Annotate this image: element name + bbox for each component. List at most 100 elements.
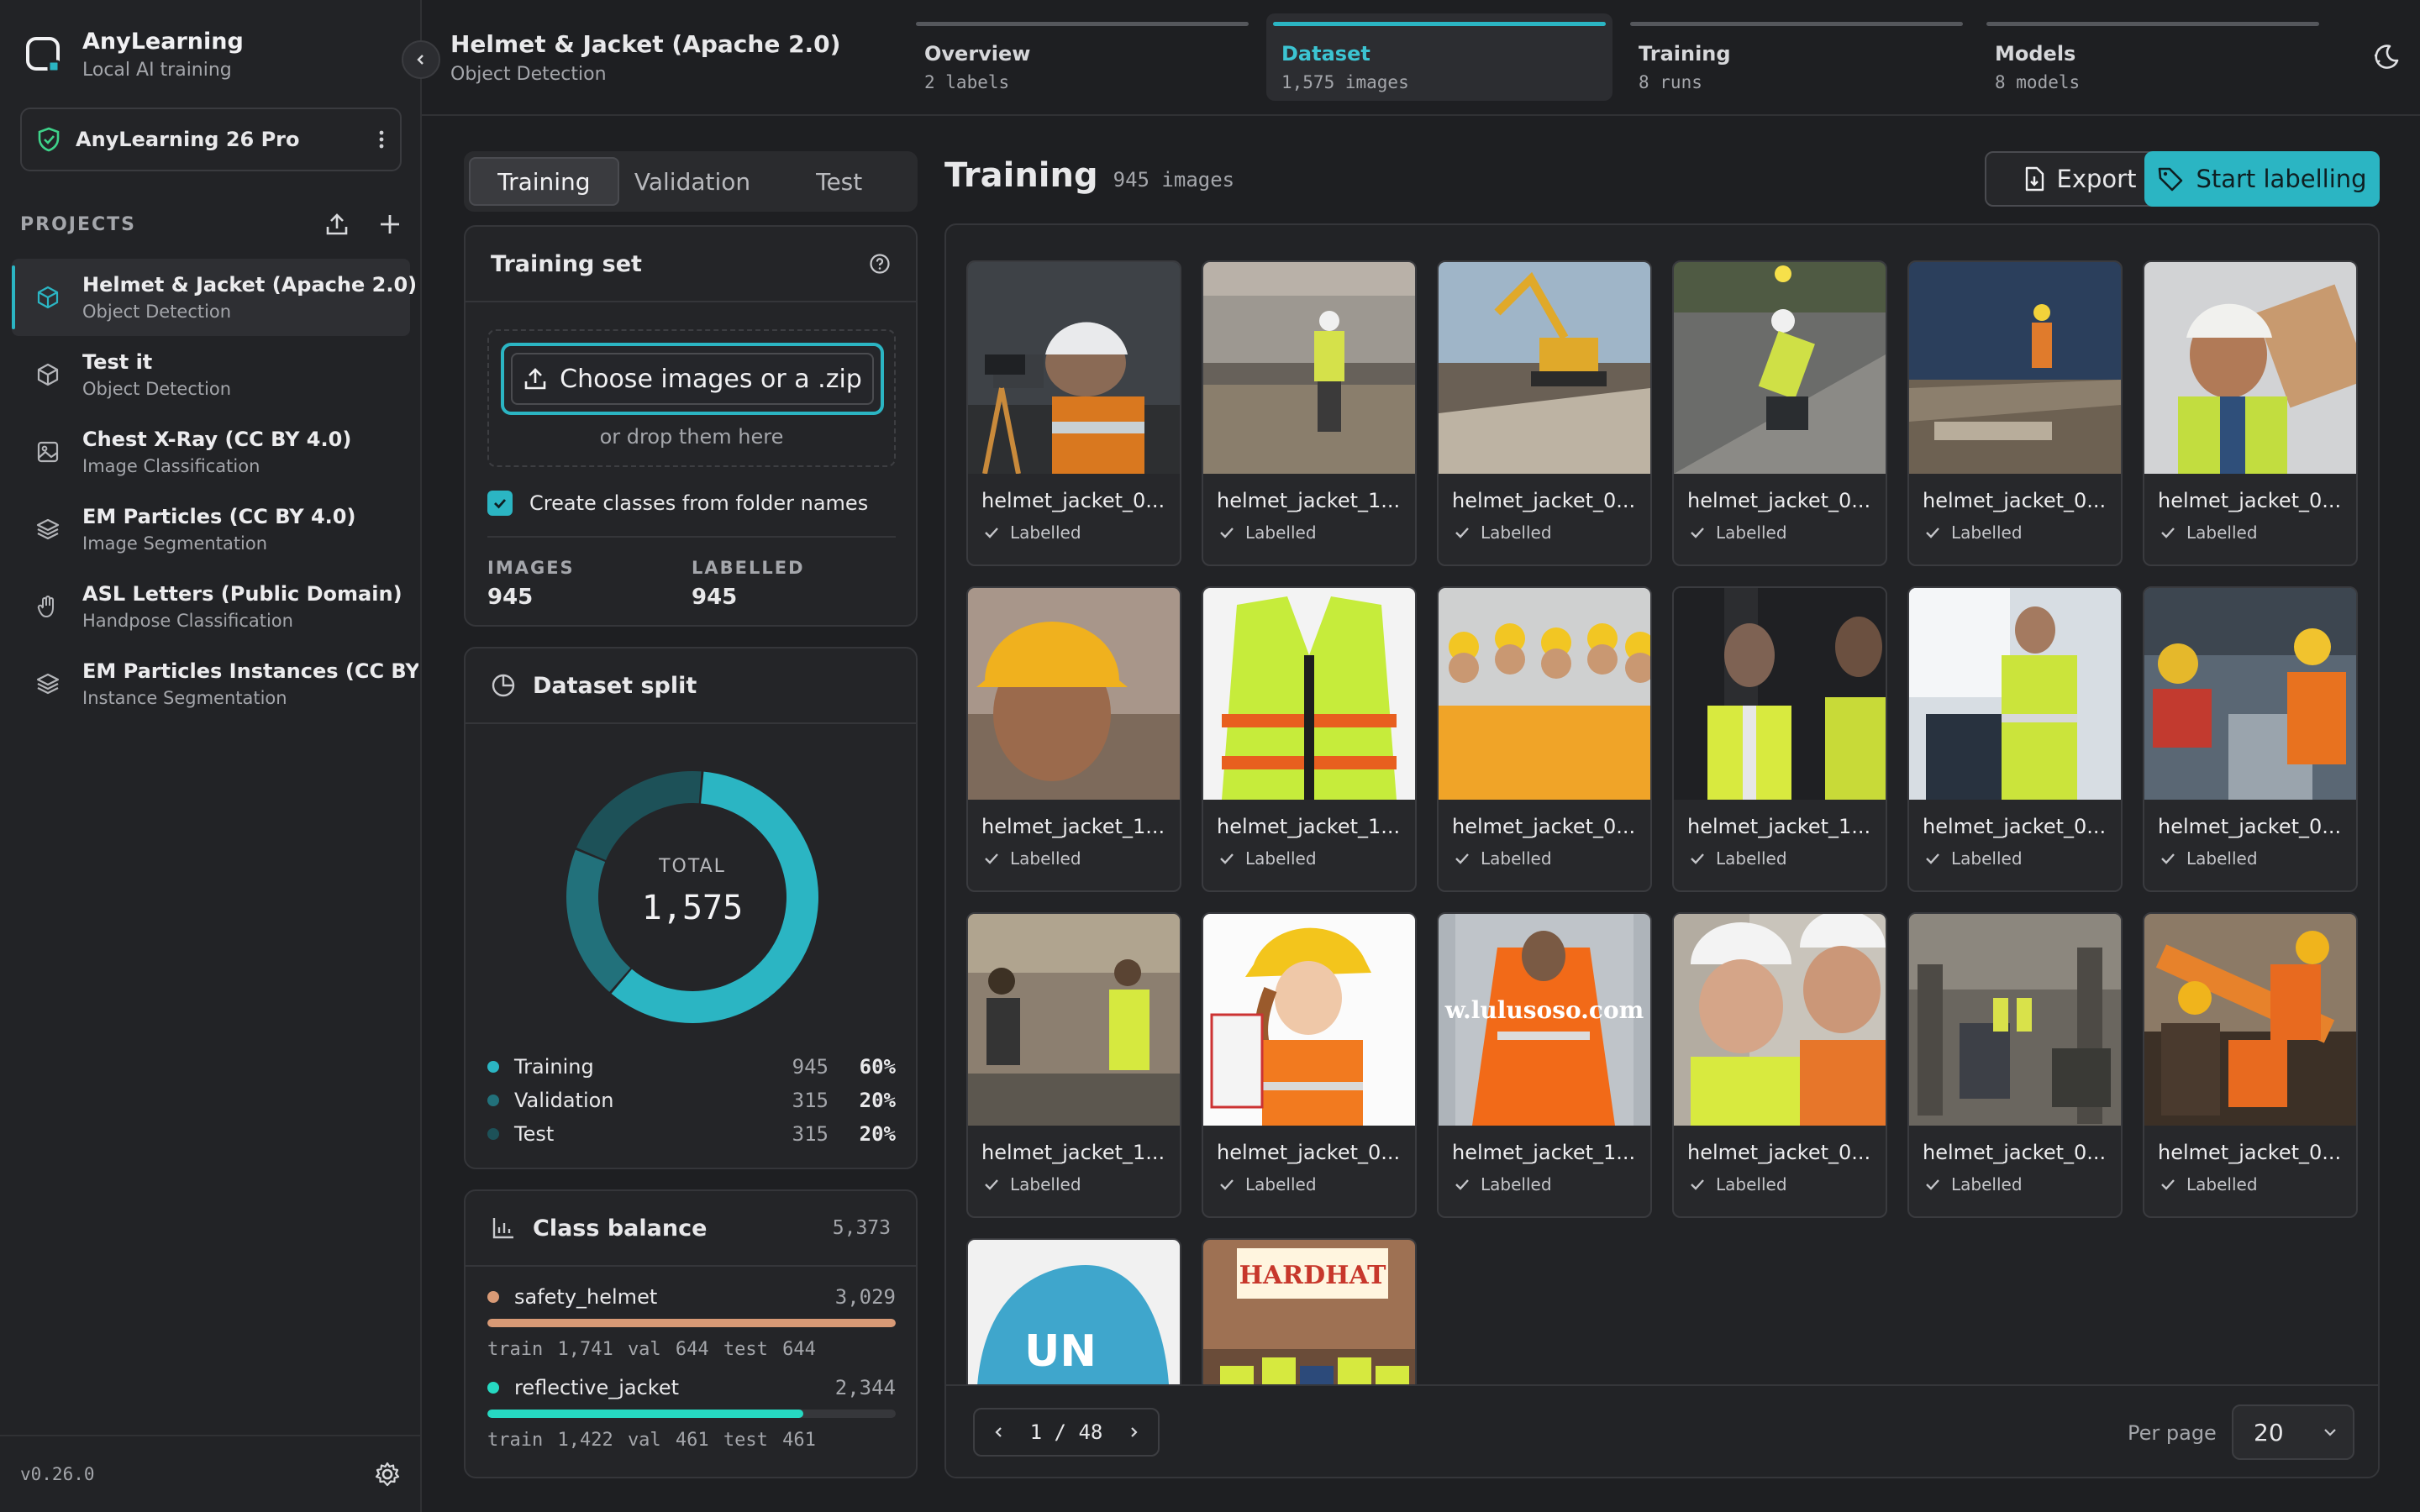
image-card[interactable]: helmet_jacket_0... Labelled (1437, 260, 1652, 566)
tag-icon (2157, 165, 2184, 192)
sidebar-project-item[interactable]: EM Particles (CC BY 4.0) Image Segmentat… (12, 491, 410, 568)
tab-models[interactable]: Models 8 models (1980, 13, 2326, 101)
split-legend-row: Validation 315 20% (487, 1084, 896, 1117)
image-filename: helmet_jacket_1... (981, 1141, 1165, 1164)
image-card[interactable]: helmet_jacket_0... Labelled (2143, 912, 2358, 1218)
chevron-left-icon[interactable] (993, 1425, 1005, 1439)
start-labelling-button[interactable]: Start labelling (2144, 151, 2380, 207)
training-set-card: Training set Choose images or a .zip or … (464, 225, 918, 627)
tab-dataset-sub: 1,575 images (1281, 72, 1409, 92)
choose-images-button[interactable]: Choose images or a .zip (501, 343, 884, 415)
folder-classes-option[interactable]: Create classes from folder names (487, 491, 868, 516)
add-project-icon[interactable] (378, 213, 402, 236)
image-card[interactable]: helmet_jacket_0... Labelled (1672, 912, 1887, 1218)
seg-test[interactable]: Test (765, 157, 913, 206)
class-balance-title: Class balance (533, 1215, 708, 1242)
image-card[interactable]: helmet_jacket_0... Labelled (1907, 586, 2123, 892)
sidebar-project-item[interactable]: EM Particles Instances (CC BY 4.0) Insta… (12, 645, 418, 722)
image-card[interactable]: helmet_jacket_1... Labelled (966, 912, 1181, 1218)
tab-training[interactable]: Training 8 runs (1623, 13, 1970, 101)
per-page-value: 20 (2254, 1418, 2284, 1446)
image-filename: helmet_jacket_0... (1923, 815, 2107, 838)
check-icon (2160, 852, 2186, 865)
tab-overview[interactable]: Overview 2 labels (909, 13, 1255, 101)
per-page-select[interactable]: 20 (2232, 1404, 2354, 1460)
upload-icon[interactable] (324, 212, 350, 237)
class-balance-bar (487, 1410, 896, 1418)
image-filename: helmet_jacket_1... (1687, 815, 1871, 838)
donut-slice-validation (566, 849, 631, 992)
class-split: train 1,741 val 644 test 644 (487, 1339, 816, 1360)
split-legend: Training 945 60% Validation 315 20% Test… (487, 1050, 896, 1151)
folder-classes-checkbox[interactable] (487, 491, 513, 516)
help-circle-icon[interactable] (869, 253, 891, 275)
seg-training[interactable]: Training (469, 157, 619, 206)
layers-icon (35, 517, 60, 542)
project-name: Test it (82, 350, 153, 374)
class-row: safety_helmet 3,029 train 1,741 val 644 … (487, 1285, 896, 1360)
image-filename: helmet_jacket_0... (981, 489, 1165, 512)
more-vertical-icon[interactable] (378, 129, 385, 150)
check-icon (2160, 1178, 2186, 1191)
label-status: Labelled (1203, 522, 1415, 543)
label-status: Labelled (1439, 1174, 1650, 1194)
label-status-text: Labelled (1010, 522, 1081, 543)
tab-training-sub: 8 runs (1639, 72, 1702, 92)
chevron-right-icon[interactable] (1128, 1425, 1139, 1439)
tab-overview-label: Overview (924, 42, 1031, 66)
seg-validation[interactable]: Validation (619, 157, 766, 206)
project-name: EM Particles Instances (CC BY 4.0) (82, 659, 418, 683)
labelled-stat-label: LABELLED (692, 558, 805, 578)
image-card[interactable]: helmet_jacket_0... Labelled (1202, 912, 1417, 1218)
class-balance-total: 5,373 (832, 1217, 891, 1239)
label-status: Labelled (2144, 1174, 2356, 1194)
image-thumbnail (1674, 588, 1886, 800)
collapse-sidebar-button[interactable] (402, 40, 440, 79)
sidebar-project-item[interactable]: ASL Letters (Public Domain) Handpose Cla… (12, 568, 410, 645)
tab-dataset[interactable]: Dataset 1,575 images (1266, 13, 1612, 101)
labelled-stat-value: 945 (692, 585, 738, 610)
image-card[interactable]: helmet_jacket_1... Labelled (1202, 586, 1417, 892)
image-card[interactable]: helmet_jacket_0... Labelled (1437, 586, 1652, 892)
image-card[interactable]: helmet_jacket_0... Labelled (2143, 586, 2358, 892)
label-status-text: Labelled (1716, 848, 1787, 869)
image-card[interactable]: helmet_jacket_0... Labelled (1907, 912, 2123, 1218)
sidebar-project-item[interactable]: Test it Object Detection (12, 336, 410, 413)
check-icon (1689, 526, 1716, 539)
image-thumbnail (1674, 914, 1886, 1126)
plan-card[interactable]: AnyLearning 26 Pro (20, 108, 402, 171)
folder-classes-label: Create classes from folder names (529, 491, 869, 515)
donut-slice-test (576, 771, 702, 860)
dataset-split-donut: TOTAL 1,575 (566, 771, 818, 1023)
image-thumbnail (1439, 588, 1650, 800)
label-status: Labelled (1909, 848, 2121, 869)
image-card[interactable]: helmet_jacket_0... Labelled (2143, 260, 2358, 566)
dataset-split-card: Dataset split TOTAL 1,575 Training 945 6… (464, 647, 918, 1169)
shield-check-icon (37, 127, 60, 152)
image-card[interactable]: helmet_jacket_1... Labelled (1672, 586, 1887, 892)
label-status-text: Labelled (1716, 522, 1787, 543)
projects-header: PROJECTS (20, 212, 402, 237)
image-card[interactable]: helmet_jacket_1... Labelled (1202, 260, 1417, 566)
pie-chart-icon (491, 673, 516, 698)
image-thumbnail (968, 914, 1180, 1126)
image-card[interactable]: helmet_jacket_1... Labelled (966, 586, 1181, 892)
project-type: Object Detection (82, 302, 232, 322)
image-thumbnail (2144, 588, 2356, 800)
image-card[interactable]: UN (966, 1238, 1181, 1388)
image-card[interactable]: helmet_jacket_0... Labelled (1907, 260, 2123, 566)
theme-toggle-icon[interactable] (2371, 42, 2402, 72)
class-balance-bar (487, 1319, 896, 1327)
image-card[interactable]: helmet_jacket_0... Labelled (1672, 260, 1887, 566)
image-card[interactable]: w.lulusoso.com helmet_jacket_1... Labelle… (1437, 912, 1652, 1218)
label-status-text: Labelled (1716, 1174, 1787, 1194)
image-card[interactable]: helmet_jacket_0... Labelled (966, 260, 1181, 566)
sidebar-project-item[interactable]: Helmet & Jacket (Apache 2.0) Object Dete… (12, 259, 417, 336)
settings-gear-icon[interactable] (375, 1462, 400, 1487)
check-icon (1689, 1178, 1716, 1191)
image-card[interactable]: HARDHAT (1202, 1238, 1417, 1388)
image-filename: helmet_jacket_0... (1452, 489, 1636, 512)
image-dropzone[interactable]: Choose images or a .zip or drop them her… (487, 329, 896, 467)
current-page: 1 (1029, 1420, 1043, 1444)
sidebar-project-item[interactable]: Chest X-Ray (CC BY 4.0) Image Classifica… (12, 413, 410, 491)
